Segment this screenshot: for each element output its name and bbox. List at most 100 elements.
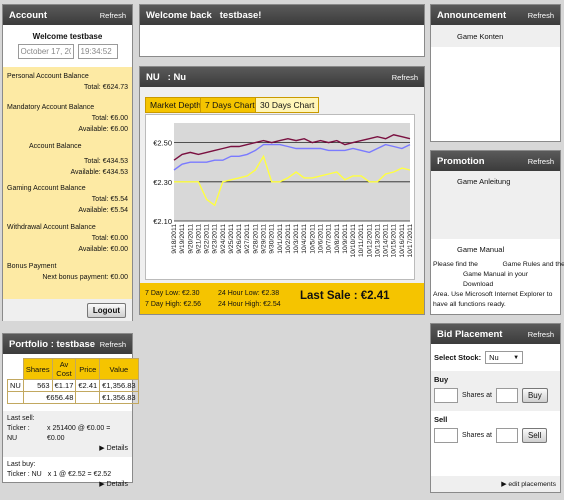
gaming-balance-available: Available: €5.54 [78,207,128,214]
last-buy-label: Last buy: [7,461,36,468]
stock-select[interactable]: Nu ▼ [485,351,524,364]
account-panel: Account Refresh Welcome testbase Persona… [2,4,133,321]
announcement-item[interactable]: Game Konten [431,25,560,47]
gaming-balance-label: Gaming Account Balance [7,185,86,192]
edit-placements-label: edit placements [508,480,556,488]
x-tick-label: 10/17/2011 [407,224,414,258]
welcome-user-text: Welcome testbase [32,32,103,41]
details-label: Details [106,445,128,452]
account-refresh-link[interactable]: Refresh [100,11,126,20]
logout-bar: Logout [3,299,132,321]
account-balance-label: Account Balance [29,143,82,150]
logout-button[interactable]: Logout [86,302,126,318]
day7-high: 7 Day High: €2.56 [145,301,202,308]
cell-price: €2.41 [75,379,101,392]
sell-button[interactable]: Sell [521,428,548,443]
x-tick-label: 9/21/2011 [195,224,202,254]
x-tick-label: 9/18/2011 [171,224,178,254]
balance-section: Personal Account Balance Total: €624.73 … [3,67,132,299]
x-tick-label: 9/27/2011 [244,224,251,254]
chevron-down-icon: ▼ [513,354,520,361]
edit-placements-link[interactable]: ▶ edit placements [431,476,560,492]
last-sell-detail: x 251400 @ €0.00 = €0.00 [47,425,111,442]
table-total-row: €656.48 €1,356.83 [7,391,139,404]
promotion-item-2-label: Game Manual [457,245,505,254]
cell-shares: 563 [22,379,53,392]
x-tick-label: 10/2/2011 [285,224,292,254]
x-tick-label: 10/11/2011 [358,224,365,257]
col-avcost: Av Cost [51,358,77,380]
buy-button[interactable]: Buy [521,388,548,403]
x-tick-label: 10/16/2011 [399,224,406,258]
x-tick-label: 10/12/2011 [366,224,373,258]
promotion-item-1-label: Game Anleitung [457,177,511,186]
x-tick-label: 9/28/2011 [252,224,259,254]
sell-shares-input[interactable] [434,428,458,443]
triangle-right-icon: ▶ [501,481,507,488]
tab-7-days-chart[interactable]: 7 Days Chart [200,97,260,113]
triangle-right-icon: ▶ [99,481,105,488]
promotion-panel: Promotion Refresh Game Anleitung Game Ma… [430,150,564,315]
promotion-text: Please find the Game Rules and the Game … [431,258,564,312]
x-tick-label: 10/15/2011 [391,224,398,258]
tab-30-days-chart[interactable]: 30 Days Chart [255,97,320,113]
last-buy-details-link[interactable]: ▶ Details [7,480,128,490]
last-buy-section: Last buy: Ticker : NU x 1 @ €2.52 = €2.5… [3,457,132,493]
promotion-text-line: Area. Use Microsoft Internet Explorer to [433,291,553,298]
last-sell-ticker: Ticker : NU [7,425,30,442]
triangle-right-icon: ▶ [99,445,105,452]
welcome-panel: Welcome back testbase! [139,4,425,57]
cell-ticker: NU [7,379,24,392]
x-tick-label: 9/29/2011 [261,224,268,254]
stock-panel: NU : Nu Refresh Market Depth 7 Days Char… [139,66,425,315]
withdrawal-balance-available: Available: €0.00 [78,246,128,253]
account-header: Account Refresh [3,5,132,25]
x-tick-label: 10/6/2011 [317,224,324,254]
announcement-title: Announcement [437,9,507,21]
tab-market-depth[interactable]: Market Depth [145,97,207,113]
x-tick-label: 10/1/2011 [277,224,284,254]
x-tick-label: 9/22/2011 [204,224,211,254]
buy-label: Buy [434,375,449,384]
announcement-item-label: Game Konten [457,32,504,41]
col-price: Price [75,358,101,380]
promotion-refresh-link[interactable]: Refresh [528,157,554,166]
time-field[interactable] [77,44,118,59]
x-tick-label: 10/13/2011 [374,224,381,258]
bid-panel: Bid Placement Refresh Select Stock: Nu ▼… [430,323,561,493]
sell-price-input[interactable] [495,428,518,443]
y-tick-label: €2.30 [153,178,172,187]
welcome-header: Welcome back testbase! [140,5,424,25]
last-sell-section: Last sell: Ticker : NU x 251400 @ €0.00 … [3,411,132,457]
x-tick-label: 10/14/2011 [383,224,390,258]
buy-section: Buy Shares at Buy [431,371,560,411]
bonus-payment-label: Bonus Payment [7,263,57,270]
portfolio-refresh-link[interactable]: Refresh [100,340,126,349]
x-tick-label: 9/26/2011 [236,224,243,254]
stock-refresh-link[interactable]: Refresh [392,73,418,82]
promotion-text-line: have all functions ready. [433,301,506,308]
promotion-item-1[interactable]: Game Anleitung [431,171,560,239]
hour24-low: 24 Hour Low: €2.38 [218,290,280,297]
announcement-refresh-link[interactable]: Refresh [528,11,554,20]
buy-price-input[interactable] [495,388,518,403]
cell-total-cost: €656.48 [22,391,77,404]
x-tick-label: 10/8/2011 [334,224,341,254]
promotion-item-2[interactable]: Game Manual [431,239,560,258]
x-tick-label: 9/30/2011 [269,224,276,254]
last-sell-label: Last sell: [7,415,35,422]
bid-title: Bid Placement [437,328,503,340]
bid-header: Bid Placement Refresh [431,324,560,344]
date-field[interactable] [17,44,74,59]
welcome-title: Welcome back testbase! [146,9,262,21]
portfolio-title: Portfolio : testbase [9,338,96,350]
bonus-payment-next: Next bonus payment: €0.00 [42,274,128,281]
announcement-panel: Announcement Refresh Game Konten [430,4,561,142]
bid-refresh-link[interactable]: Refresh [528,330,554,339]
last-sell-details-link[interactable]: ▶ Details [7,444,128,454]
buy-shares-at-label: Shares at [462,392,492,399]
last-buy-detail: x 1 @ €2.52 = €2.52 [47,471,112,478]
stock-select-value: Nu [489,353,499,362]
chart-tabs: Market Depth 7 Days Chart 30 Days Chart [145,97,345,113]
buy-shares-input[interactable] [434,388,458,403]
